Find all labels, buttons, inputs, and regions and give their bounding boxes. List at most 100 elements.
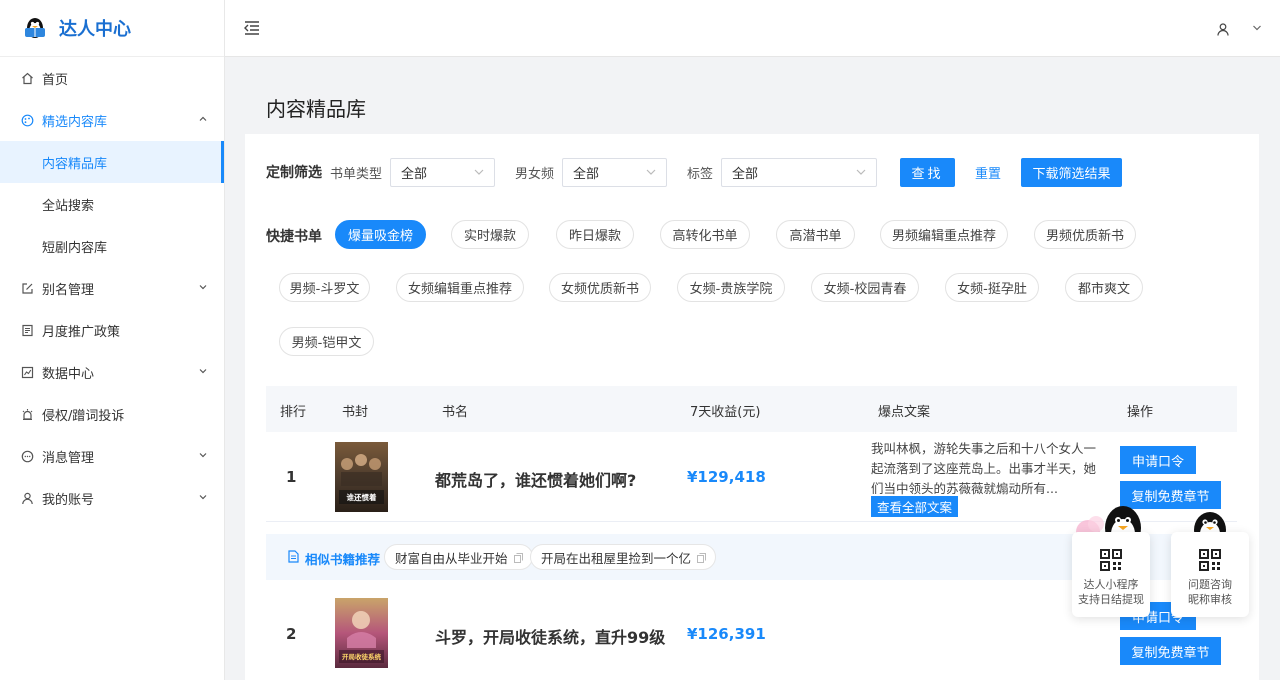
- chevron-down-icon: [199, 495, 207, 500]
- sidebar-item-label: 短剧内容库: [42, 240, 108, 256]
- similar-book-name: 财富自由从毕业开始: [395, 550, 508, 566]
- mini-program-widget[interactable]: 达人小程序 支持日结提现: [1072, 532, 1150, 617]
- book-cover[interactable]: 开局收徒系统: [335, 598, 388, 668]
- sidebar-item-label: 首页: [42, 72, 69, 88]
- sidebar-item-site-search[interactable]: 全站搜索: [0, 183, 224, 225]
- quick-pill-realtime[interactable]: 实时爆款: [451, 220, 529, 249]
- similar-book-name: 开局在出租屋里捡到一个亿: [541, 550, 692, 566]
- copy-free-chapter-button[interactable]: 复制免费章节: [1120, 637, 1221, 665]
- chevron-down-icon: [199, 285, 207, 290]
- copy-icon[interactable]: [697, 553, 707, 563]
- chevron-down-icon: [199, 453, 207, 458]
- reset-button[interactable]: 重置: [975, 163, 1001, 182]
- quick-pill-female-campus[interactable]: 女频-校园青春: [811, 273, 919, 302]
- sidebar-item-label: 全站搜索: [42, 198, 95, 214]
- similar-book-pill[interactable]: 财富自由从毕业开始: [384, 544, 533, 570]
- message-icon: [20, 449, 34, 463]
- sidebar-item-messages[interactable]: 消息管理: [0, 435, 224, 477]
- menu-fold-icon[interactable]: [243, 19, 261, 37]
- user-avatar-icon[interactable]: [1217, 23, 1229, 36]
- chevron-down-icon[interactable]: [1252, 24, 1262, 32]
- qq-penguin-logo-icon: [25, 18, 45, 38]
- table-header: 排行 书封 书名 7天收益(元) 爆点文案 操作: [266, 386, 1237, 432]
- logo-row: 达人中心: [0, 0, 224, 57]
- sidebar-item-complaints[interactable]: 侵权/蹭词投诉: [0, 393, 224, 435]
- chevron-down-icon: [199, 369, 207, 374]
- quick-pill-female-editor[interactable]: 女频编辑重点推荐: [396, 273, 524, 302]
- header-cover: 书封: [342, 405, 369, 420]
- header-name: 书名: [442, 405, 469, 420]
- cover-text: 开局收徒系统: [342, 652, 382, 661]
- home-icon: [20, 71, 34, 85]
- quick-pill-urban[interactable]: 都市爽文: [1065, 273, 1143, 302]
- gender-value: 全部: [573, 166, 600, 182]
- sidebar-item-featured-library[interactable]: 精选内容库: [0, 99, 224, 141]
- quick-pill-female-noble[interactable]: 女频-贵族学院: [677, 273, 785, 302]
- sidebar-item-label: 消息管理: [42, 450, 95, 466]
- app-title: 达人中心: [59, 19, 131, 40]
- book-cover[interactable]: 谁还惯着: [335, 442, 388, 512]
- sidebar-item-alias[interactable]: 别名管理: [0, 267, 224, 309]
- sidebar-nav: 首页 精选内容库 内容精品库 全站搜索 短剧内容库 别名管理 月度推广政策 数据…: [0, 57, 224, 519]
- header-rank: 排行: [280, 405, 307, 420]
- booktype-select[interactable]: 全部: [390, 157, 496, 187]
- document-icon: [20, 323, 34, 337]
- header-actions: 操作: [1127, 405, 1154, 420]
- similar-book-pill[interactable]: 开局在出租屋里捡到一个亿: [530, 544, 717, 570]
- sidebar-item-label: 精选内容库: [42, 114, 108, 130]
- gender-label: 男女频: [515, 166, 555, 182]
- sidebar: 达人中心 首页 精选内容库 内容精品库 全站搜索 短剧内容库 别名管理 月度推广…: [0, 0, 225, 680]
- widget-line1: 问题咨询: [1188, 578, 1232, 591]
- gender-select[interactable]: 全部: [562, 157, 668, 187]
- chart-icon: [20, 365, 34, 379]
- download-results-button[interactable]: 下载筛选结果: [1021, 157, 1123, 187]
- chevron-up-icon: [199, 116, 207, 121]
- sidebar-item-label: 数据中心: [42, 366, 95, 382]
- quick-pill-male-douluo[interactable]: 男频-斗罗文: [279, 273, 370, 302]
- sidebar-item-home[interactable]: 首页: [0, 57, 224, 99]
- support-widget[interactable]: 问题咨询 昵称审核: [1171, 532, 1249, 617]
- quick-pill-female-new[interactable]: 女频优质新书: [549, 273, 651, 302]
- sidebar-item-label: 内容精品库: [42, 156, 108, 172]
- sidebar-item-short-drama[interactable]: 短剧内容库: [0, 225, 224, 267]
- booktype-label: 书单类型: [330, 166, 383, 182]
- cover-text: 谁还惯着: [347, 492, 377, 502]
- alarm-icon: [20, 407, 34, 421]
- apply-code-button[interactable]: 申请口令: [1120, 446, 1196, 474]
- quick-pill-high-potential[interactable]: 高潜书单: [776, 220, 855, 249]
- sidebar-item-label: 侵权/蹭词投诉: [42, 408, 125, 424]
- sidebar-item-monthly-policy[interactable]: 月度推广政策: [0, 309, 224, 351]
- book-name[interactable]: 斗罗，开局收徒系统，直升99级: [435, 624, 665, 648]
- sidebar-item-my-account[interactable]: 我的账号: [0, 477, 224, 519]
- sidebar-item-premium-library[interactable]: 内容精品库: [0, 141, 224, 183]
- quick-pill-female-pregnant[interactable]: 女频-挺孕肚: [945, 273, 1039, 302]
- book-icon: [288, 550, 299, 563]
- rank: 2: [286, 625, 297, 643]
- qr-code-icon: [1100, 549, 1122, 571]
- quick-pill-hot-earning[interactable]: 爆量吸金榜: [335, 220, 426, 249]
- quick-pill-yesterday[interactable]: 昨日爆款: [556, 220, 634, 249]
- header-blurb: 爆点文案: [878, 405, 931, 420]
- tag-value: 全部: [732, 166, 759, 182]
- quick-pill-male-new[interactable]: 男频优质新书: [1034, 220, 1136, 249]
- find-button[interactable]: 查找: [900, 157, 956, 187]
- page-title: 内容精品库: [266, 97, 366, 121]
- blurb-text: 我叫林枫，游轮失事之后和十八个女人一起流落到了这座荒岛上。出事才半天，她们当中领…: [871, 441, 1097, 496]
- similar-books-title: 相似书籍推荐: [305, 552, 381, 567]
- filter-title: 定制筛选: [266, 165, 322, 181]
- tag-label: 标签: [687, 166, 714, 182]
- income-value: ¥129,418: [687, 468, 766, 486]
- tag-select[interactable]: 全部: [721, 157, 878, 187]
- quick-pill-male-editor[interactable]: 男频编辑重点推荐: [880, 220, 1008, 249]
- chevron-down-icon: [646, 169, 656, 175]
- sidebar-item-data-center[interactable]: 数据中心: [0, 351, 224, 393]
- view-all-copy-button[interactable]: 查看全部文案: [871, 496, 959, 517]
- topbar: [225, 0, 1280, 57]
- booktype-value: 全部: [401, 166, 428, 182]
- copy-icon[interactable]: [513, 553, 523, 563]
- header-income: 7天收益(元): [690, 405, 761, 420]
- sidebar-item-label: 月度推广政策: [42, 324, 121, 340]
- quick-pill-high-conversion[interactable]: 高转化书单: [660, 220, 750, 249]
- quick-pill-male-armor[interactable]: 男频-铠甲文: [279, 327, 374, 356]
- book-name[interactable]: 都荒岛了，谁还惯着她们啊?: [435, 467, 636, 491]
